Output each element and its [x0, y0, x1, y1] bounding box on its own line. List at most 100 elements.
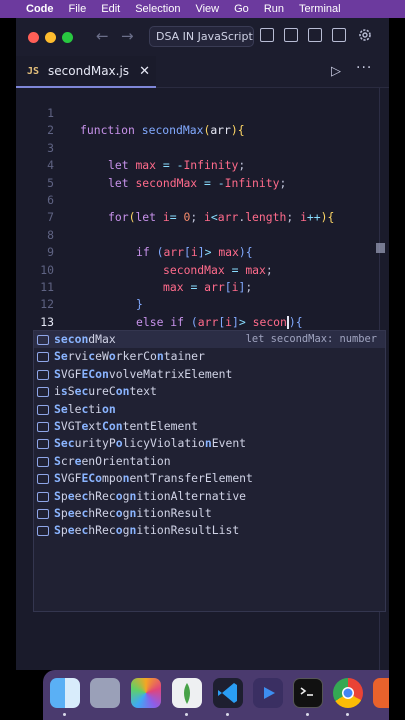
scrollbar-thumb[interactable] [376, 243, 385, 253]
running-indicator [63, 713, 66, 716]
line-number: 5 [47, 175, 54, 190]
code-text: max = arr[i]; [163, 280, 253, 294]
code-text: function secondMax(arr){ [80, 123, 245, 138]
code-line: 10 secondMax = max; [16, 262, 389, 279]
autocomplete-suggest-widget: secondMax let secondMax: number ServiceW… [33, 330, 386, 612]
code-line: 11 max = arr[i]; [16, 279, 389, 296]
command-center-search[interactable]: DSA IN JavaScript [149, 26, 254, 47]
variable-icon [37, 491, 49, 502]
right-letterbox [389, 18, 405, 720]
code-line: 6 [16, 192, 389, 209]
suggestion-label: SVGFEConvolveMatrixElement [54, 366, 233, 381]
suggestion-label: ServiceWorkerContainer [54, 349, 205, 364]
running-indicator [346, 713, 349, 716]
code-line: 7 for(let i= 0; i<arr.length; i++){ [16, 209, 389, 226]
suggestion-item[interactable]: SVGFEComponentTransferElement [34, 470, 385, 487]
close-window-button[interactable] [28, 32, 39, 43]
variable-icon [37, 422, 49, 432]
vscode-window: ← → DSA IN JavaScript JS secondMax.js ✕ … [16, 18, 389, 670]
minimize-window-button[interactable] [45, 32, 56, 43]
line-number: 7 [47, 210, 54, 225]
suggestion-label: SpeechRecognitionResultList [54, 523, 240, 538]
app-icon[interactable] [373, 678, 389, 708]
line-number: 3 [47, 140, 54, 155]
toggle-panel-icon[interactable] [284, 28, 298, 42]
suggestion-item[interactable]: SVGFEConvolveMatrixElement [34, 366, 385, 383]
vscode-icon[interactable] [213, 678, 243, 708]
photos-icon[interactable] [131, 678, 161, 708]
code-line: 8 [16, 227, 389, 244]
menu-file[interactable]: File [69, 3, 87, 15]
media-player-icon[interactable] [253, 678, 283, 708]
gear-icon[interactable] [357, 27, 373, 43]
chrome-icon[interactable] [333, 678, 363, 708]
code-line: 4 let max = -Infinity; [16, 157, 389, 174]
title-bar: ← → DSA IN JavaScript [16, 18, 389, 56]
code-text: if (arr[i]> max){ [136, 245, 253, 260]
variable-icon [37, 387, 49, 398]
code-text: secondMax = max; [163, 262, 273, 277]
variable-icon [37, 474, 49, 485]
code-line-current: 13 else if (arr[i]> secon){ [16, 314, 389, 331]
suggestion-label: SVGFEComponentTransferElement [54, 471, 253, 486]
suggestion-item-selected[interactable]: secondMax let secondMax: number [34, 331, 385, 349]
variable-icon [37, 352, 49, 363]
finder-icon[interactable] [50, 678, 80, 708]
menu-run[interactable]: Run [264, 3, 284, 15]
line-number: 13 [40, 314, 54, 329]
menu-terminal[interactable]: Terminal [299, 3, 341, 15]
close-icon[interactable]: ✕ [139, 64, 150, 79]
menu-selection[interactable]: Selection [135, 3, 180, 15]
suggestion-item[interactable]: SpeechRecognitionAlternative [34, 488, 385, 505]
toggle-secondary-sidebar-icon[interactable] [308, 28, 322, 42]
forward-arrow-icon[interactable]: → [121, 27, 134, 45]
suggestion-item[interactable]: SpeechRecognitionResultList [34, 522, 385, 539]
customize-layout-icon[interactable] [332, 28, 346, 42]
code-line: 3 [16, 140, 389, 157]
code-line: 12 } [16, 296, 389, 313]
toggle-sidebar-icon[interactable] [260, 28, 274, 42]
running-indicator [185, 713, 188, 716]
run-icon[interactable]: ▷ [331, 64, 341, 79]
suggestion-item[interactable]: SecurityPolicyViolationEvent [34, 435, 385, 452]
suggestion-label: SpeechRecognitionAlternative [54, 488, 247, 503]
code-text: else if (arr[i]> secon){ [136, 314, 303, 329]
terminal-icon[interactable] [293, 678, 323, 708]
macos-dock [43, 670, 389, 720]
menu-bar: Code File Edit Selection View Go Run Ter… [0, 0, 405, 18]
variable-icon [37, 369, 49, 380]
mongodb-icon[interactable] [172, 678, 202, 708]
tab-bar: JS secondMax.js ✕ ▷ ··· [16, 56, 389, 88]
suggestion-label: ScreenOrientation [54, 453, 171, 468]
code-editor[interactable]: 1 2 function secondMax(arr){ 3 4 let max… [16, 88, 389, 670]
variable-icon [37, 526, 49, 537]
suggestion-label: secondMax [54, 332, 116, 346]
suggestion-label: SpeechRecognitionResult [54, 506, 212, 520]
tab-secondmax-js[interactable]: JS secondMax.js ✕ [16, 56, 156, 88]
launchpad-icon[interactable] [90, 678, 120, 708]
suggestion-label: SecurityPolicyViolationEvent [54, 436, 247, 451]
suggestion-label: SVGTextContentElement [54, 419, 199, 433]
more-actions-icon[interactable]: ··· [356, 60, 372, 76]
variable-icon [37, 404, 49, 415]
menu-edit[interactable]: Edit [101, 3, 120, 15]
suggestion-item[interactable]: isSecureContext [34, 383, 385, 400]
code-line: 1 [16, 105, 389, 122]
menu-code[interactable]: Code [26, 3, 54, 15]
menu-view[interactable]: View [195, 3, 219, 15]
code-text: for(let i= 0; i<arr.length; i++){ [108, 210, 335, 225]
line-number: 6 [47, 193, 54, 207]
suggestion-detail: let secondMax: number [245, 333, 377, 345]
menu-go[interactable]: Go [234, 3, 249, 15]
suggestion-item[interactable]: ScreenOrientation [34, 453, 385, 470]
back-arrow-icon[interactable]: ← [96, 27, 109, 45]
line-number: 2 [47, 123, 54, 138]
code-text: let max = -Infinity; [108, 158, 246, 173]
suggestion-item[interactable]: SVGTextContentElement [34, 418, 385, 435]
variable-icon [37, 335, 49, 345]
suggestion-item[interactable]: SpeechRecognitionResult [34, 505, 385, 522]
suggestion-item[interactable]: Selection [34, 401, 385, 418]
line-number: 11 [40, 280, 54, 294]
maximize-window-button[interactable] [62, 32, 73, 43]
suggestion-item[interactable]: ServiceWorkerContainer [34, 348, 385, 365]
